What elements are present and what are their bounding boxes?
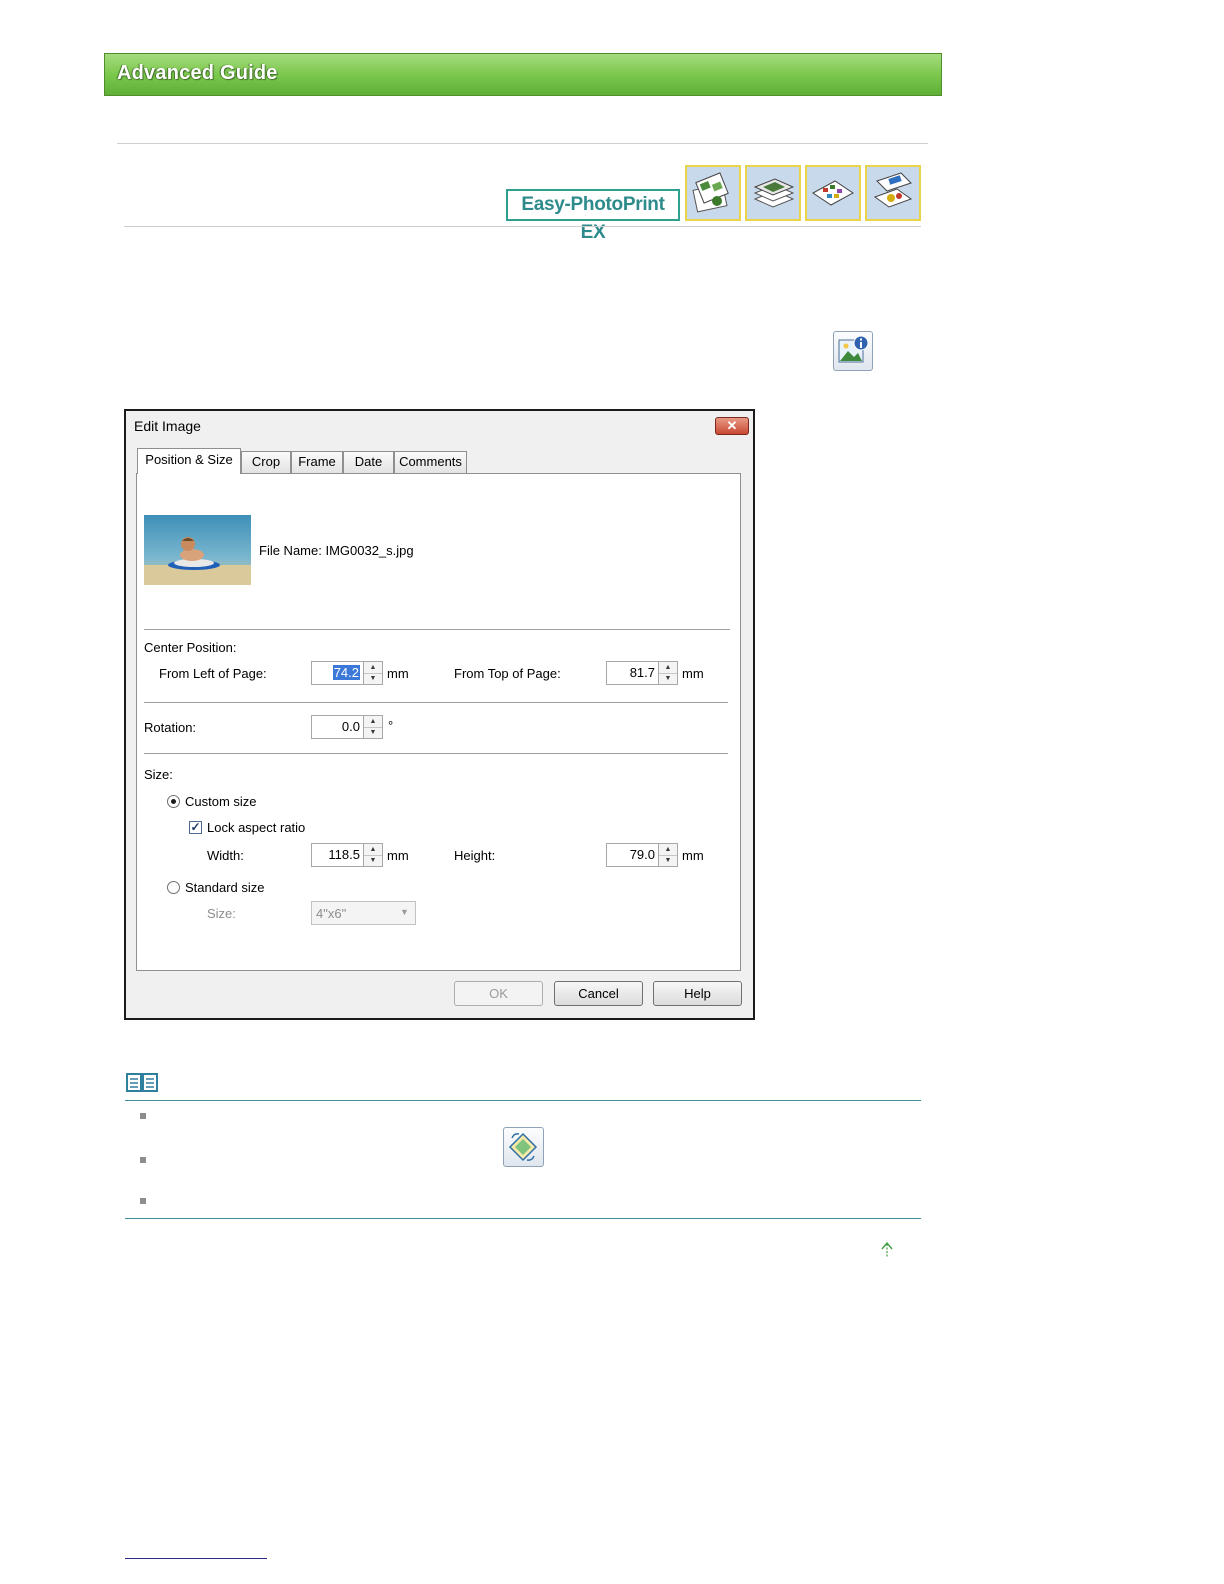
rotation-stepper[interactable]: 0.0 ▲ ▼: [311, 715, 384, 739]
from-top-spin-buttons[interactable]: ▲ ▼: [658, 661, 678, 685]
dialog-title: Edit Image: [134, 418, 201, 434]
from-left-stepper[interactable]: 74.2 ▲ ▼: [311, 661, 384, 685]
note-book-icon: [125, 1071, 159, 1093]
tab-position-size[interactable]: Position & Size: [137, 448, 241, 474]
bullet-icon: [140, 1157, 146, 1163]
tab-frame[interactable]: Frame: [291, 451, 343, 473]
chevron-down-icon: ▼: [400, 907, 409, 917]
custom-size-radio[interactable]: [167, 795, 180, 808]
edit-image-dialog: Edit Image ✕ Position & Size Crop Frame …: [124, 409, 755, 1020]
from-top-input[interactable]: 81.7: [606, 661, 659, 685]
tab-date[interactable]: Date: [343, 451, 394, 473]
ok-button[interactable]: OK: [454, 981, 543, 1006]
image-info-icon: [833, 331, 873, 371]
section-divider: [144, 702, 728, 704]
rotation-input[interactable]: 0.0: [311, 715, 364, 739]
width-input[interactable]: 118.5: [311, 843, 364, 867]
size-select[interactable]: 4"x6" ▼: [311, 901, 416, 925]
size-heading: Size:: [144, 767, 173, 782]
bullet-icon: [140, 1198, 146, 1204]
position-size-panel: File Name: IMG0032_s.jpg Center Position…: [136, 473, 741, 971]
tab-comments[interactable]: Comments: [394, 451, 467, 473]
standard-size-label[interactable]: Standard size: [185, 880, 265, 895]
from-left-unit: mm: [387, 666, 409, 681]
rotation-unit: °: [388, 718, 394, 733]
decrement-arrow-icon[interactable]: ▼: [364, 673, 382, 684]
height-input[interactable]: 79.0: [606, 843, 659, 867]
section-divider: [144, 753, 728, 755]
help-button[interactable]: Help: [653, 981, 742, 1006]
bullet-icon: [140, 1113, 146, 1119]
decrement-arrow-icon[interactable]: ▼: [659, 855, 677, 866]
layout-print-icon[interactable]: [805, 165, 861, 221]
height-stepper[interactable]: 79.0 ▲ ▼: [606, 843, 679, 867]
correct-enhance-icon: [503, 1127, 544, 1167]
from-left-spin-buttons[interactable]: ▲ ▼: [363, 661, 383, 685]
decrement-arrow-icon[interactable]: ▼: [364, 855, 382, 866]
close-button[interactable]: ✕: [715, 417, 749, 435]
center-position-heading: Center Position:: [144, 640, 237, 655]
tab-crop[interactable]: Crop: [241, 451, 291, 473]
width-unit: mm: [387, 848, 409, 863]
decrement-arrow-icon[interactable]: ▼: [364, 727, 382, 738]
from-left-label: From Left of Page:: [159, 666, 267, 681]
width-spin-buttons[interactable]: ▲ ▼: [363, 843, 383, 867]
page-top-arrow-icon[interactable]: [880, 1241, 894, 1258]
file-name-label: File Name: IMG0032_s.jpg: [259, 543, 414, 558]
header-divider: [117, 143, 928, 144]
decrement-arrow-icon[interactable]: ▼: [659, 673, 677, 684]
height-label: Height:: [454, 848, 496, 863]
note-top-rule: [125, 1100, 921, 1101]
product-logo-text: Easy-PhotoPrint EX: [521, 194, 665, 243]
cancel-button[interactable]: Cancel: [554, 981, 643, 1006]
product-logo: Easy-PhotoPrint EX: [506, 189, 680, 243]
footer-link-underline: [125, 1558, 267, 1559]
from-top-label: From Top of Page:: [454, 666, 561, 681]
rotation-label: Rotation:: [144, 720, 197, 735]
size-select-label: Size:: [207, 906, 236, 921]
note-bottom-rule: [125, 1218, 921, 1219]
custom-size-label[interactable]: Custom size: [185, 794, 257, 809]
from-top-stepper[interactable]: 81.7 ▲ ▼: [606, 661, 679, 685]
album-icon[interactable]: [685, 165, 741, 221]
size-select-value: 4"x6": [316, 906, 347, 921]
rotation-spin-buttons[interactable]: ▲ ▼: [363, 715, 383, 739]
height-spin-buttons[interactable]: ▲ ▼: [658, 843, 678, 867]
banner-title: Advanced Guide: [117, 62, 278, 84]
lock-aspect-label[interactable]: Lock aspect ratio: [207, 820, 305, 835]
header-divider-bottom: [124, 226, 921, 227]
image-thumbnail: [144, 515, 251, 585]
width-stepper[interactable]: 118.5 ▲ ▼: [311, 843, 384, 867]
photo-print-icon[interactable]: [745, 165, 801, 221]
guide-banner: Advanced Guide: [104, 53, 942, 96]
width-label: Width:: [207, 848, 244, 863]
section-divider: [144, 629, 730, 631]
lock-aspect-checkbox[interactable]: ✓: [189, 821, 202, 834]
height-unit: mm: [682, 848, 704, 863]
standard-size-radio[interactable]: [167, 881, 180, 894]
from-left-input[interactable]: 74.2: [311, 661, 364, 685]
from-top-unit: mm: [682, 666, 704, 681]
sticker-print-icon[interactable]: [865, 165, 921, 221]
